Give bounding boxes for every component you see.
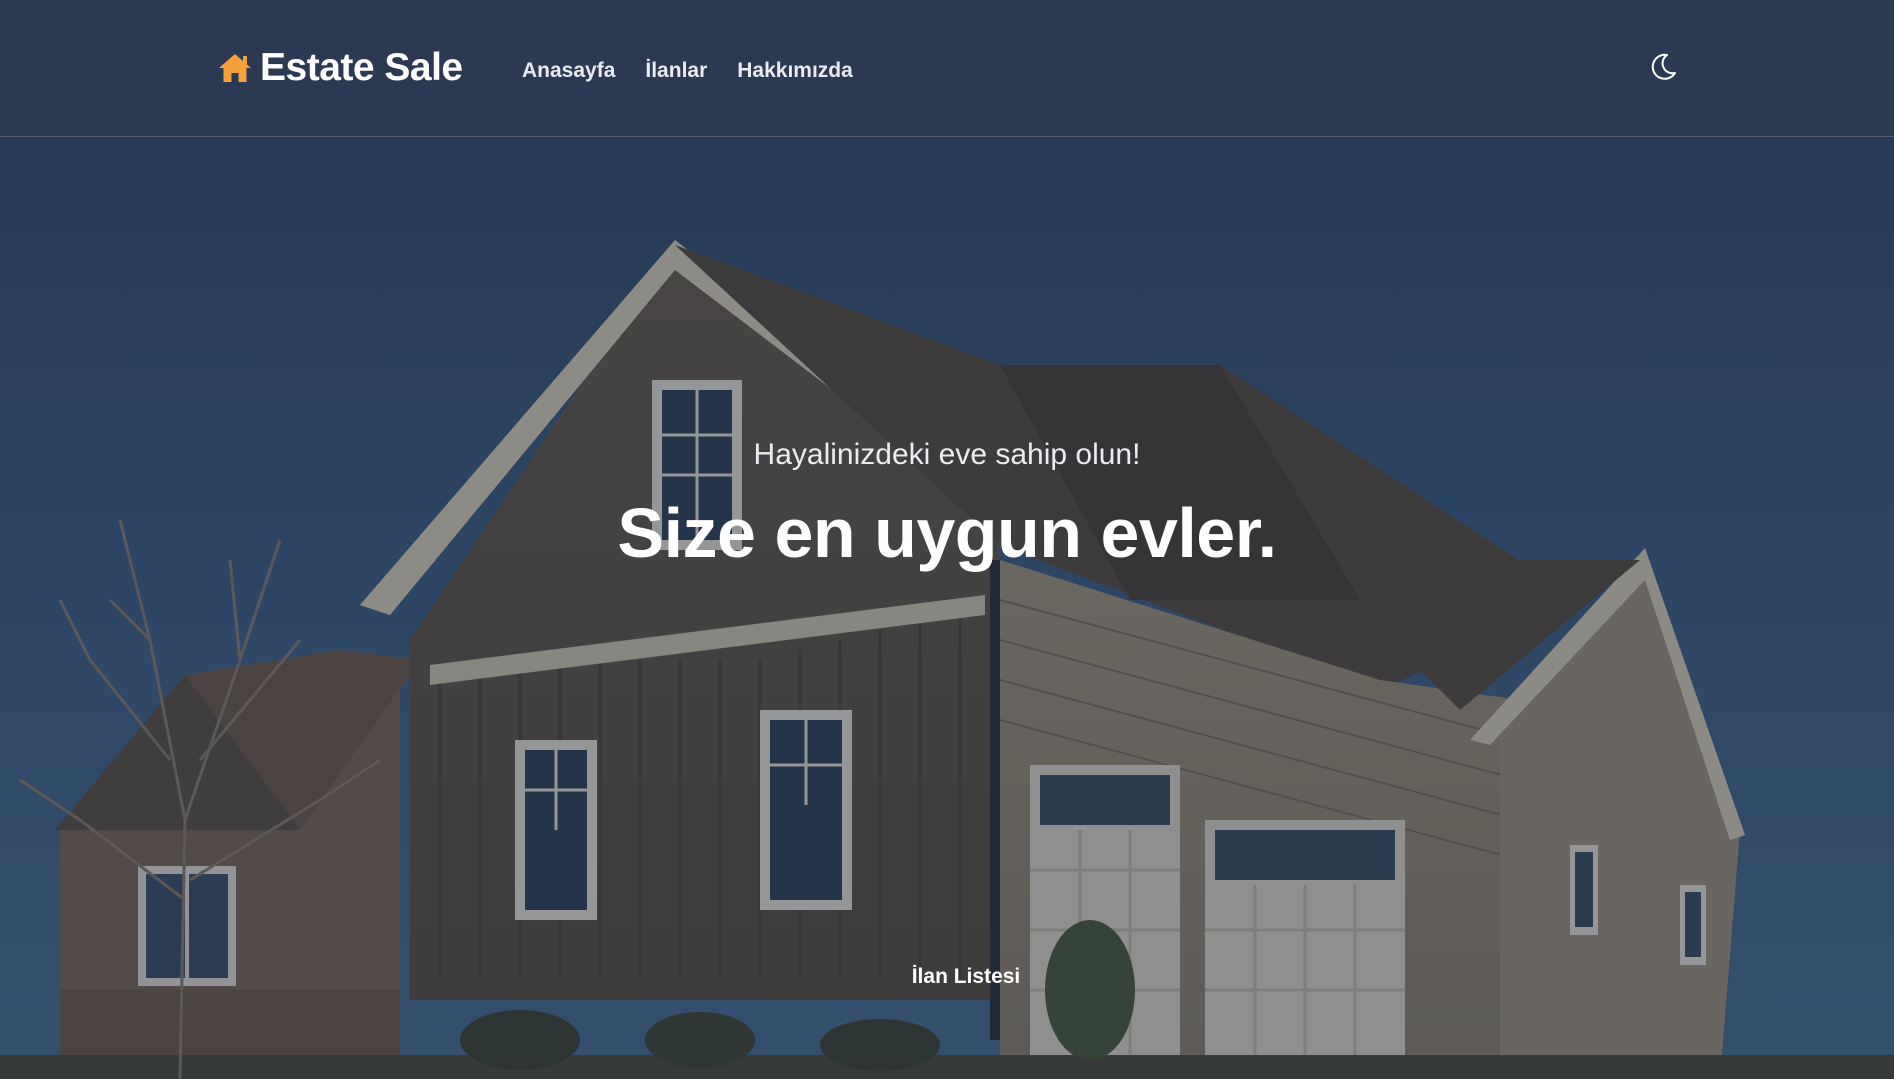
- hero-title: Size en uygun evler.: [617, 494, 1277, 572]
- nav-links: Anasayfa İlanlar Hakkımızda: [522, 60, 853, 81]
- moon-icon: [1648, 53, 1678, 85]
- page: Estate Sale Anasayfa İlanlar Hakkımızda …: [0, 0, 1894, 1079]
- listing-list-link[interactable]: İlan Listesi: [0, 966, 1894, 987]
- brand-logo-link[interactable]: Estate Sale: [218, 48, 463, 87]
- hero-subtitle: Hayalinizdeki eve sahip olun!: [753, 438, 1141, 471]
- navbar: Estate Sale Anasayfa İlanlar Hakkımızda: [0, 0, 1894, 137]
- nav-link-about[interactable]: Hakkımızda: [737, 60, 853, 81]
- home-icon: [218, 52, 252, 84]
- brand-name: Estate Sale: [260, 46, 463, 89]
- nav-link-home[interactable]: Anasayfa: [522, 60, 615, 81]
- nav-link-listings[interactable]: İlanlar: [645, 60, 707, 81]
- theme-toggle-button[interactable]: [1648, 52, 1678, 82]
